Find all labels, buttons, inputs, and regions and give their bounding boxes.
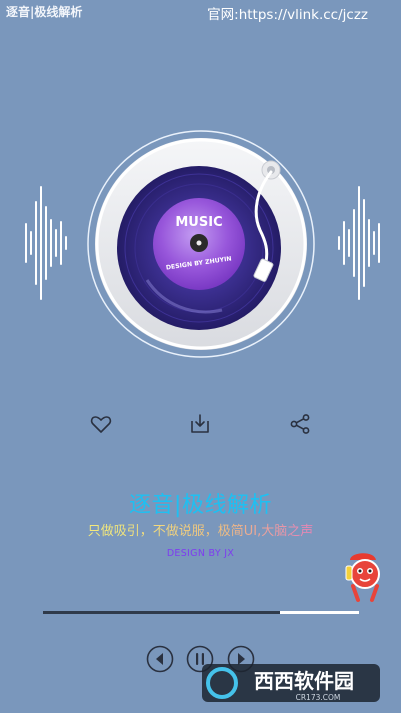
download-icon[interactable] bbox=[188, 412, 212, 436]
song-title: 逐音|极线解析 bbox=[129, 493, 272, 518]
official-url[interactable]: 官网:https://vlink.cc/jczz bbox=[207, 3, 368, 23]
watermark-brand: 西西软件园 bbox=[254, 669, 354, 693]
watermark-domain: CR173.COM bbox=[296, 693, 341, 702]
progress-fill bbox=[43, 611, 280, 614]
watermark: 西西软件园 CR173.COM bbox=[200, 660, 382, 706]
mascot-sticker[interactable] bbox=[344, 546, 382, 604]
progress-bar[interactable] bbox=[43, 611, 359, 614]
heart-icon[interactable] bbox=[89, 412, 113, 436]
designer-credit: DESIGN BY JX bbox=[166, 548, 235, 559]
previous-icon[interactable] bbox=[146, 645, 174, 673]
sound-wave-right bbox=[338, 186, 380, 300]
top-bar: 逐音|极线解析 官网:https://vlink.cc/jczz bbox=[0, 0, 401, 24]
sound-wave-left bbox=[25, 186, 67, 300]
app-title: 逐音|极线解析 bbox=[6, 5, 83, 19]
slogan-text: 只做吸引，不做说服，极简UI,大脑之声 bbox=[0, 520, 401, 539]
share-icon[interactable] bbox=[288, 412, 312, 436]
record-player: MUSIC DESIGN BY ZHUYIN bbox=[87, 130, 315, 358]
record-label-title: MUSIC bbox=[175, 215, 222, 230]
